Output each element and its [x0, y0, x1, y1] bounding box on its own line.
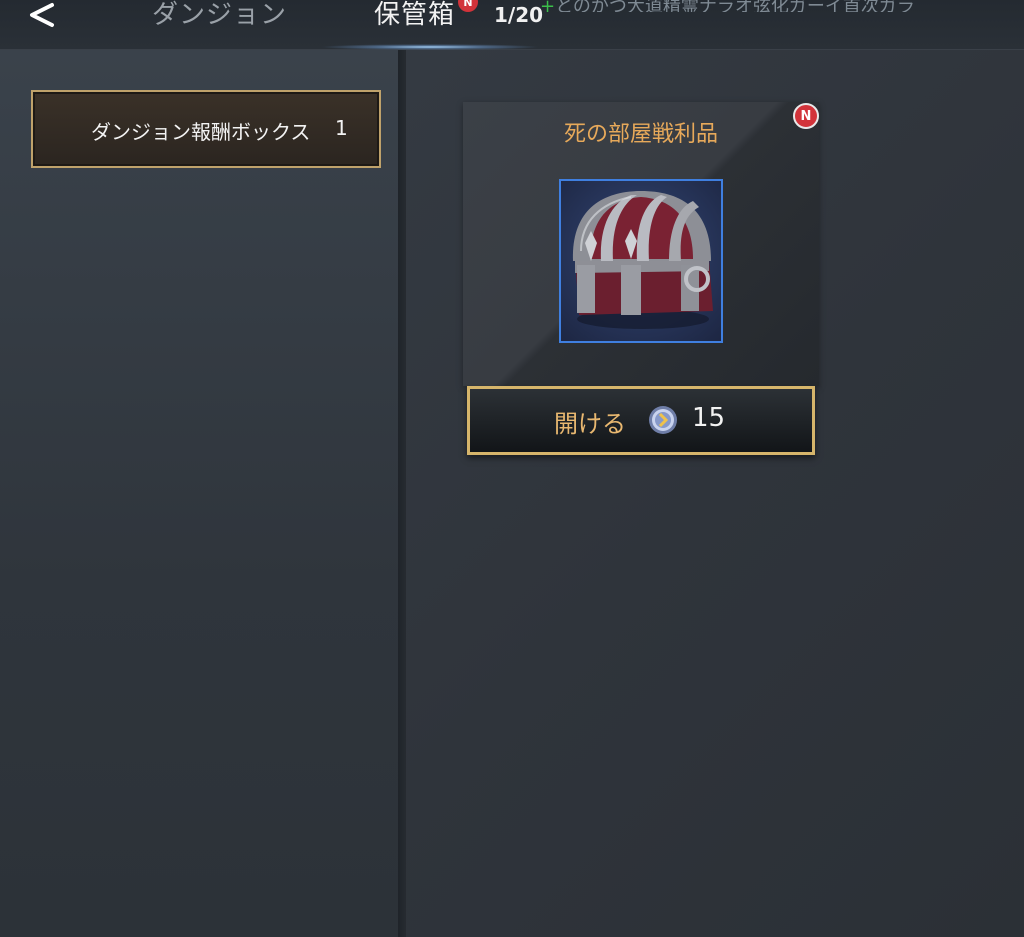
tab-notification-badge: N: [458, 0, 478, 12]
notice-ticker: +とのかつ大道精霊ナラオ弦化ガーイ首次ガラ: [540, 0, 1024, 12]
open-button[interactable]: 開ける 15: [467, 386, 815, 455]
sidebar-item-dungeon-reward-box[interactable]: ダンジョン報酬ボックス 1: [31, 90, 381, 168]
storage-capacity: 1/20: [494, 3, 544, 27]
tab-dungeon[interactable]: ダンジョン: [152, 0, 287, 31]
open-button-label: 開ける: [554, 410, 626, 438]
coin-icon: [649, 406, 677, 434]
new-badge: N: [793, 103, 819, 129]
ticker-text: とのかつ大道精霊ナラオ弦化ガーイ首次ガラ: [555, 0, 915, 12]
back-button[interactable]: [24, 0, 74, 34]
chevron-left-icon: [30, 3, 54, 27]
open-cost: 15: [692, 403, 726, 433]
tab-storage[interactable]: 保管箱: [374, 0, 455, 31]
category-panel: [0, 50, 398, 937]
item-title: 死の部屋戦利品: [563, 122, 718, 147]
panel-divider: [398, 50, 406, 937]
top-bar: ダンジョン 保管箱 N 1/20 +とのかつ大道精霊ナラオ弦化ガーイ首次ガラ: [0, 0, 1024, 50]
item-image[interactable]: [559, 179, 723, 343]
treasure-chest-icon: [572, 191, 713, 329]
ticker-mark-icon: +: [540, 0, 556, 12]
sidebar-item-label: ダンジョン報酬ボックス: [91, 120, 311, 144]
sidebar-item-count: 1: [335, 116, 348, 140]
